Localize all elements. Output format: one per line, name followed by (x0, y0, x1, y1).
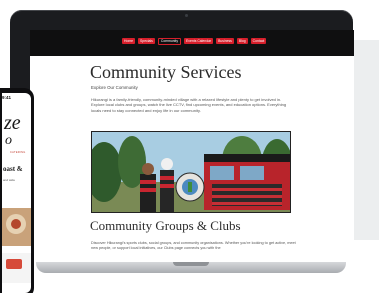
page-subtitle: Explore Our Community (91, 85, 138, 90)
nav-item-blog[interactable]: Blog (236, 38, 248, 44)
nav-menu: Home Specials Community Events Calendar … (122, 38, 267, 45)
laptop-frame: Home Specials Community Events Calendar … (10, 10, 354, 270)
nav-item-contact[interactable]: Contact (250, 38, 267, 44)
phone-tagline: CATERING (10, 151, 26, 154)
laptop-base (36, 262, 346, 273)
intro-paragraph: Hikurangi is a family-friendly, communit… (91, 97, 287, 113)
phone-text: and wide (3, 178, 16, 182)
phone-logo-secondary: o (5, 133, 12, 148)
nav-item-home[interactable]: Home (122, 38, 136, 44)
phone-bottom-image (2, 253, 31, 283)
phone-status-time: 9:41 (2, 95, 12, 100)
nav-item-community[interactable]: Community (157, 38, 182, 45)
phone-food-image (2, 208, 31, 246)
phone-frame: 9:41 ze o CATERING oast & and wide (0, 88, 34, 293)
phone-logo: ze (4, 112, 21, 134)
phone-heading: oast & (3, 165, 23, 173)
section-title: Community Groups & Clubs (90, 218, 241, 233)
section-paragraph: Discover Hikurangi's sports clubs, socia… (91, 241, 296, 250)
nav-item-events-calendar[interactable]: Events Calendar (184, 38, 214, 44)
camera-icon (185, 14, 188, 17)
laptop-notch (173, 262, 209, 266)
site-navigation: Home Specials Community Events Calendar … (30, 30, 354, 56)
nav-item-business[interactable]: Business (216, 38, 234, 44)
phone-screen: 9:41 ze o CATERING oast & and wide (2, 93, 31, 293)
nav-item-specials[interactable]: Specials (138, 38, 155, 44)
hero-image (91, 131, 291, 213)
laptop-screen: Home Specials Community Events Calendar … (30, 30, 354, 270)
device-mockup-scene: Home Specials Community Events Calendar … (0, 0, 379, 293)
page-title: Community Services (90, 62, 242, 82)
